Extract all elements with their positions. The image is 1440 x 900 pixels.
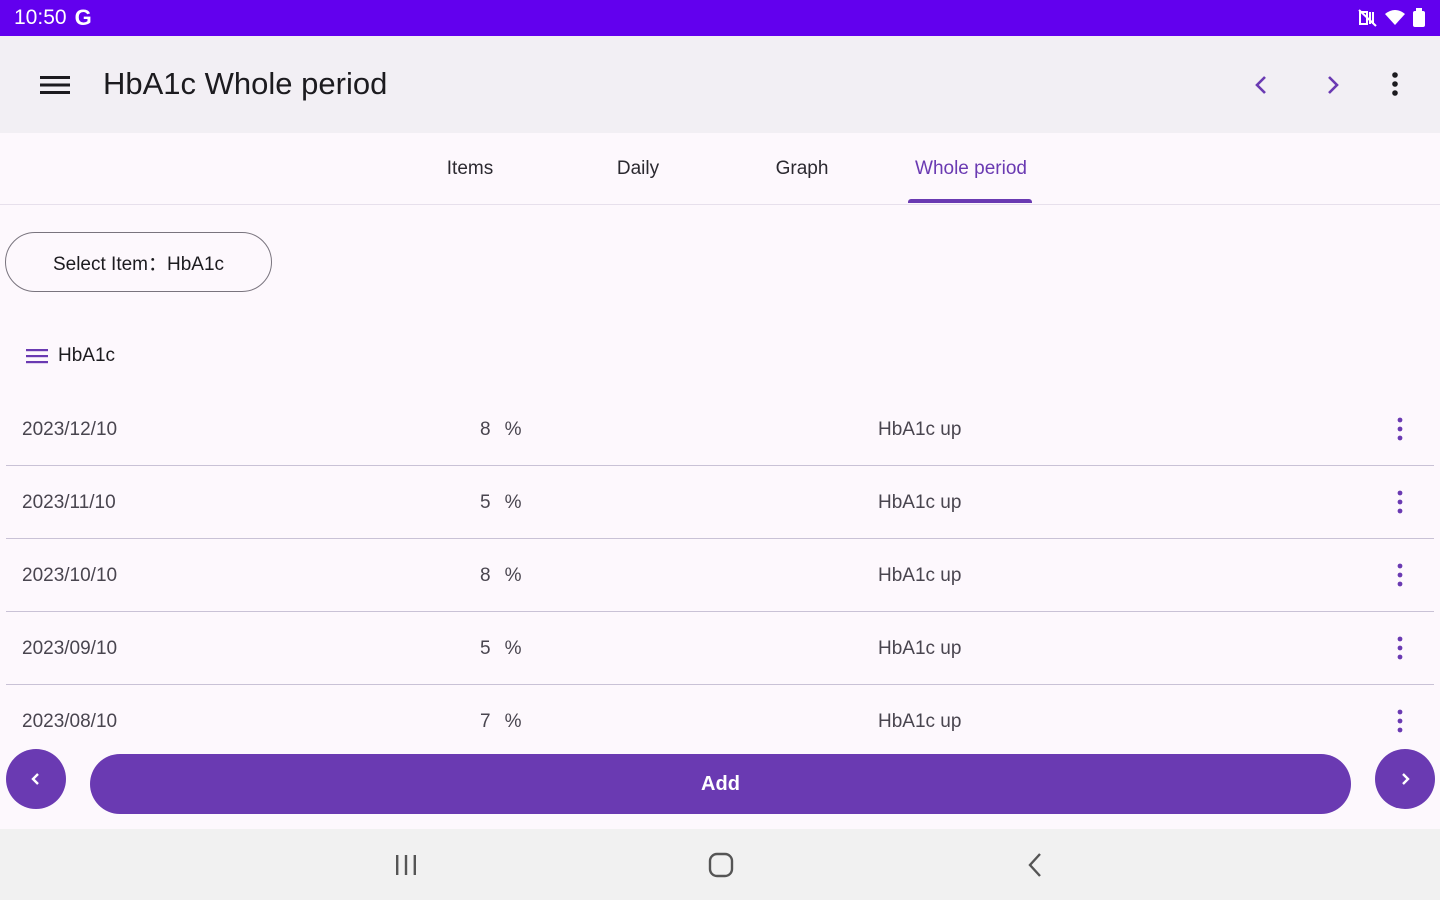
tab-daily[interactable]: Daily <box>578 133 698 205</box>
row-value-cell: 5 % <box>480 612 521 685</box>
recent-apps-icon[interactable] <box>388 847 424 883</box>
more-vert-icon[interactable] <box>1392 632 1408 664</box>
tab-whole-period[interactable]: Whole period <box>896 133 1046 205</box>
more-vert-icon[interactable] <box>1384 68 1406 102</box>
tab-items[interactable]: Items <box>410 133 530 205</box>
row-value-cell: 5 % <box>480 466 521 539</box>
list-icon <box>26 349 48 364</box>
more-vert-icon[interactable] <box>1392 413 1408 445</box>
wifi-icon <box>1385 10 1405 25</box>
row-memo: HbA1c up <box>878 637 962 659</box>
add-button[interactable]: Add <box>90 754 1351 814</box>
more-vert-icon[interactable] <box>1392 559 1408 591</box>
row-memo: HbA1c up <box>878 710 962 732</box>
tab-bar: Items Daily Graph Whole period <box>0 133 1440 205</box>
google-icon: G <box>74 5 92 30</box>
home-icon[interactable] <box>703 847 739 883</box>
row-date: 2023/10/10 <box>22 564 118 586</box>
section-label: HbA1c <box>58 345 116 366</box>
list-item[interactable]: 2023/09/10 5 % HbA1c up <box>6 612 1434 685</box>
chevron-left-icon[interactable] <box>1248 70 1274 100</box>
select-item-button[interactable]: Select Item：HbA1c <box>5 232 272 292</box>
row-value: 7 <box>480 710 491 732</box>
list-item[interactable]: 2023/12/10 8 % HbA1c up <box>6 393 1434 466</box>
list-item[interactable]: 2023/10/10 8 % HbA1c up <box>6 539 1434 612</box>
back-icon[interactable] <box>1018 847 1054 883</box>
next-button[interactable] <box>1375 749 1435 809</box>
mute-vibrate-icon <box>1358 9 1377 27</box>
more-vert-icon[interactable] <box>1392 486 1408 518</box>
row-date: 2023/08/10 <box>22 710 118 732</box>
row-value: 5 <box>480 491 491 513</box>
system-nav-bar <box>0 829 1440 900</box>
more-vert-icon[interactable] <box>1392 705 1408 737</box>
row-unit: % <box>504 491 522 513</box>
row-value: 8 <box>480 418 491 440</box>
row-unit: % <box>504 710 522 732</box>
row-date: 2023/12/10 <box>22 418 118 440</box>
chevron-left-icon <box>31 773 39 785</box>
row-memo: HbA1c up <box>878 564 962 586</box>
row-memo: HbA1c up <box>878 418 962 440</box>
row-unit: % <box>504 418 522 440</box>
chevron-right-icon <box>1402 773 1410 785</box>
row-unit: % <box>504 564 522 586</box>
row-value: 8 <box>480 564 491 586</box>
menu-icon[interactable] <box>38 72 72 98</box>
previous-button[interactable] <box>6 749 66 809</box>
status-bar: 10:50 G <box>0 0 1440 36</box>
status-time: 10:50 <box>14 6 67 29</box>
row-unit: % <box>504 637 522 659</box>
row-value: 5 <box>480 637 491 659</box>
section-header: HbA1c <box>26 340 115 372</box>
battery-icon <box>1413 8 1425 27</box>
list-item[interactable]: 2023/08/10 7 % HbA1c up <box>6 685 1434 758</box>
chevron-right-icon[interactable] <box>1320 70 1346 100</box>
app-bar: HbA1c Whole period <box>0 36 1440 133</box>
row-memo: HbA1c up <box>878 491 962 513</box>
list-item[interactable]: 2023/11/10 5 % HbA1c up <box>6 466 1434 539</box>
tab-graph[interactable]: Graph <box>742 133 862 205</box>
row-date: 2023/09/10 <box>22 637 118 659</box>
tab-indicator <box>908 199 1032 203</box>
status-left: 10:50 G <box>14 5 92 31</box>
page-title: HbA1c Whole period <box>103 66 388 101</box>
row-value-cell: 8 % <box>480 539 521 612</box>
status-right <box>1358 8 1426 28</box>
row-value-cell: 8 % <box>480 393 521 466</box>
row-value-cell: 7 % <box>480 685 521 758</box>
row-date: 2023/11/10 <box>22 491 116 513</box>
